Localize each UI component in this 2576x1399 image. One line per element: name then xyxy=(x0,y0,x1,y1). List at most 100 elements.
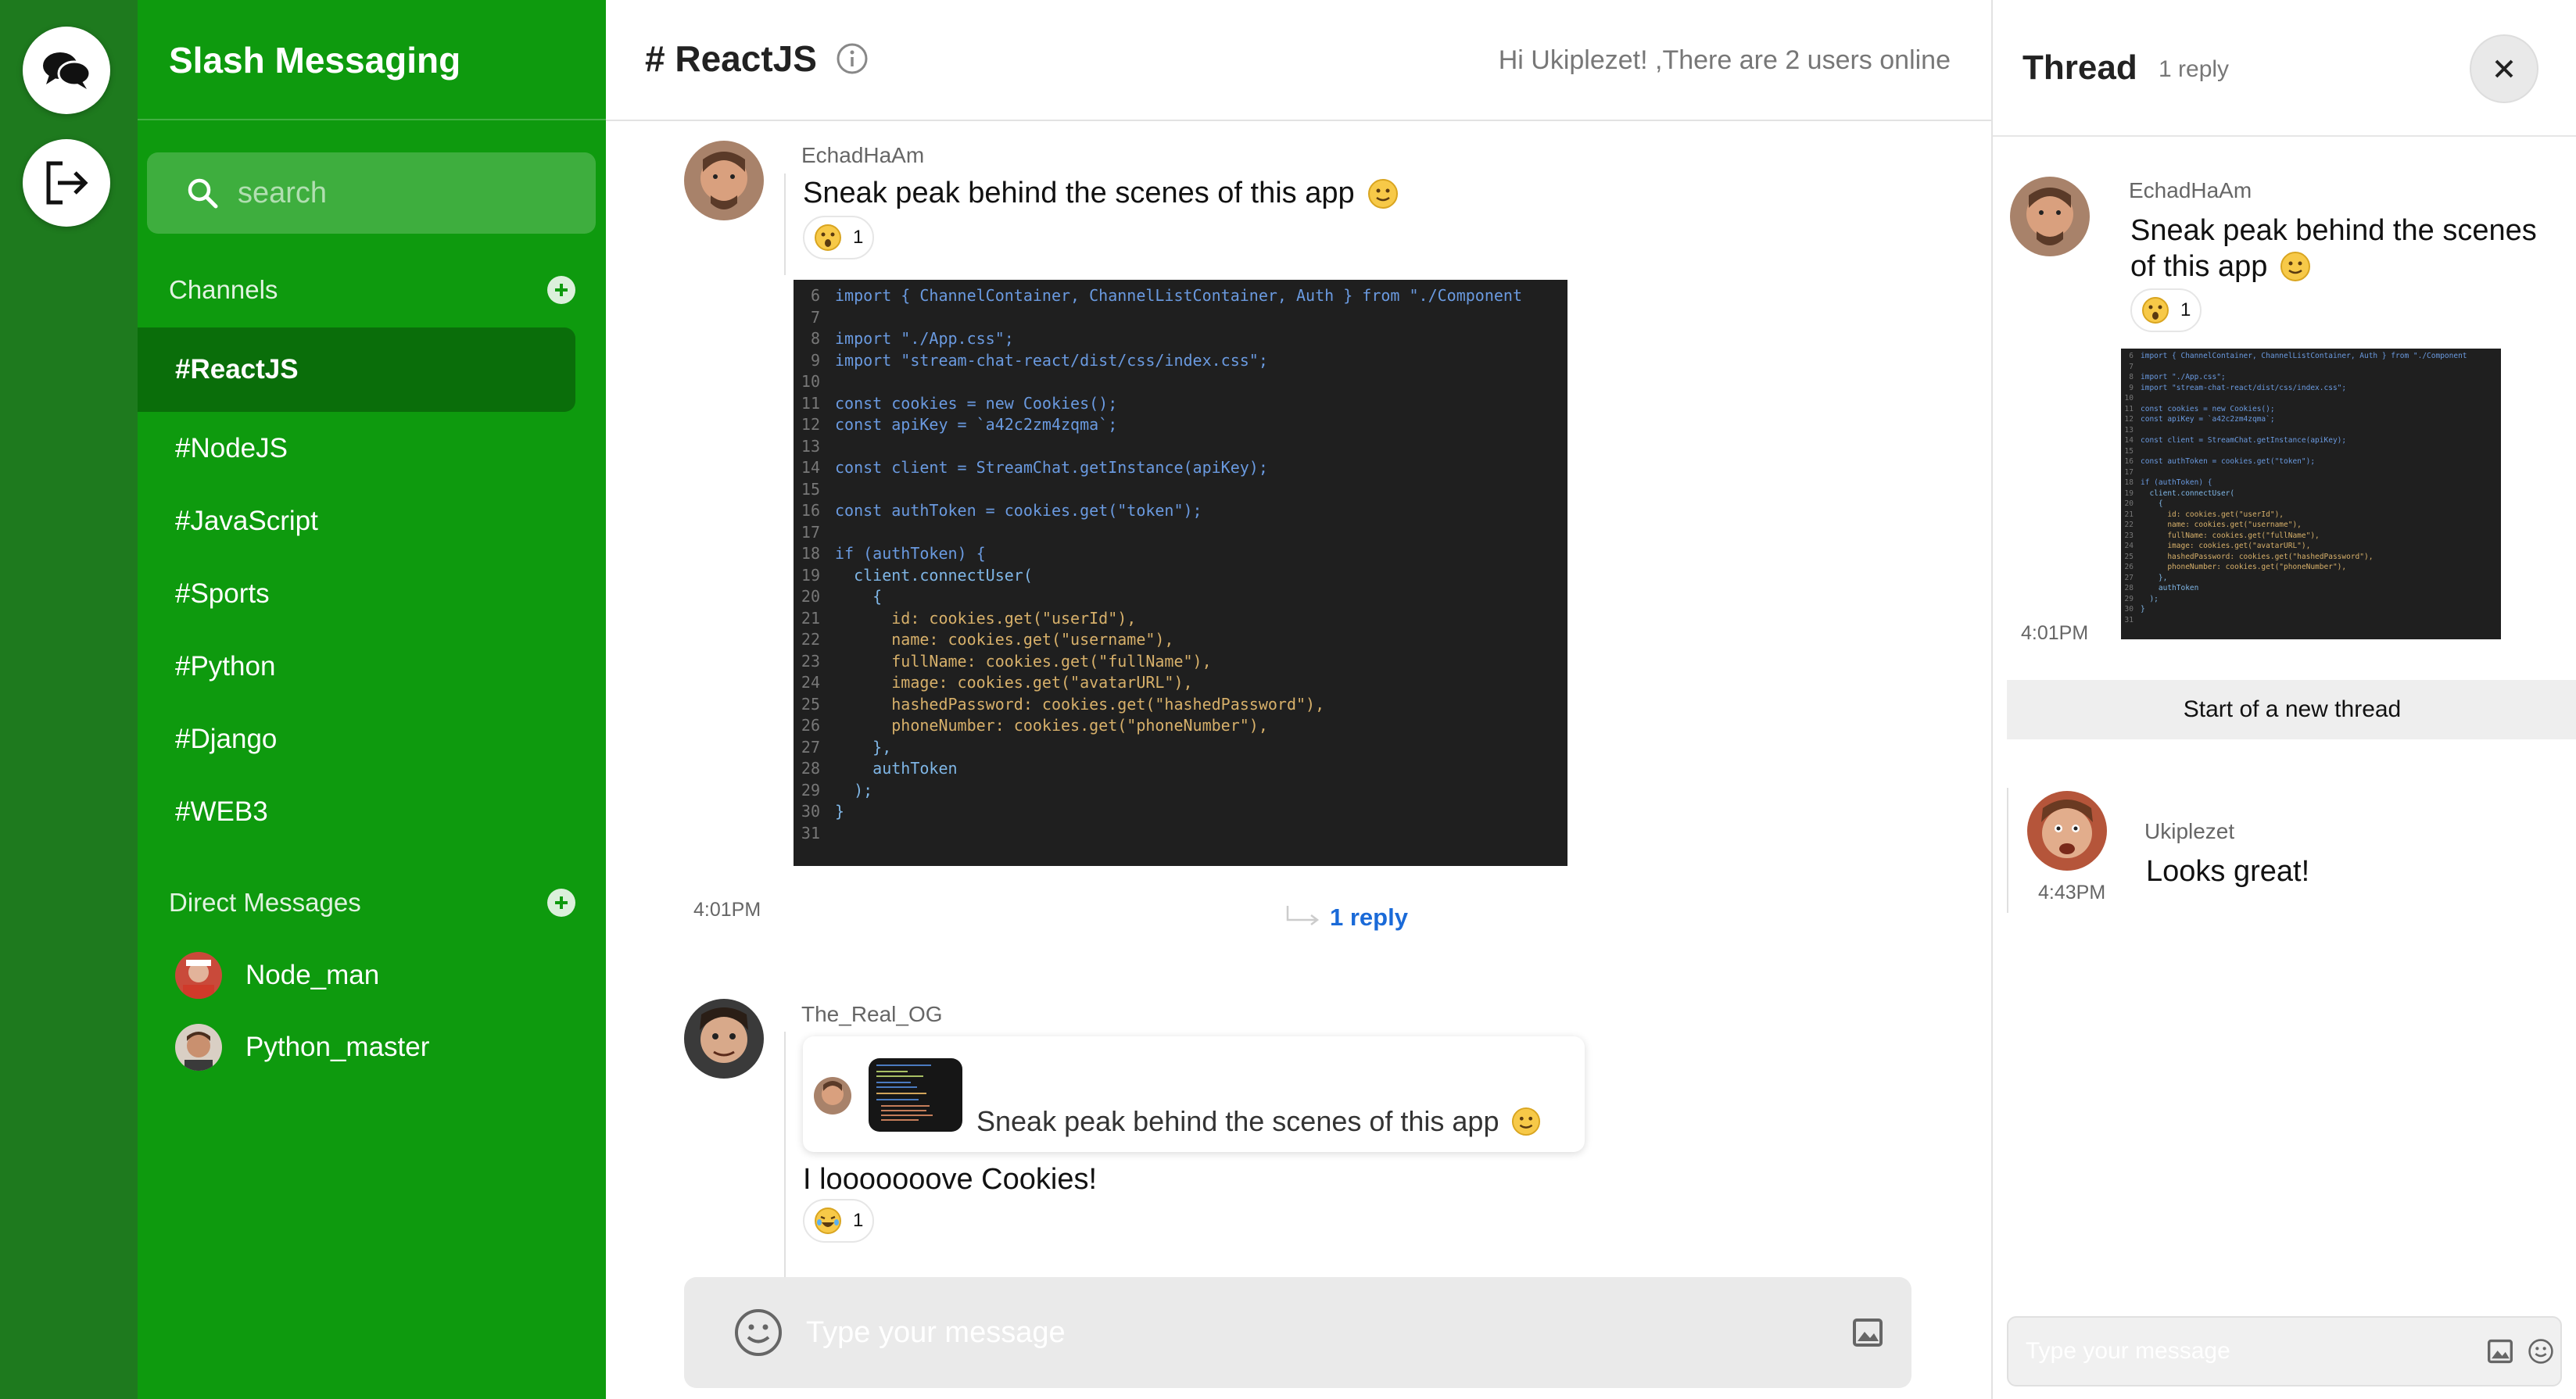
code-line-text: import "./App.css"; xyxy=(2141,373,2226,381)
app-title: Slash Messaging xyxy=(169,40,461,81)
add-channel-button[interactable] xyxy=(547,276,575,304)
close-thread-button[interactable] xyxy=(2470,34,2538,103)
reaction-pill[interactable]: 1 xyxy=(2130,288,2202,332)
dm-item-python-master[interactable]: Python_master xyxy=(175,1020,429,1075)
code-line-text: client.connectUser( xyxy=(2141,488,2235,498)
code-line-text: id: cookies.get("userId"), xyxy=(2141,510,2284,519)
search-icon xyxy=(188,178,218,209)
thread-composer xyxy=(2007,1316,2562,1386)
code-line-text: }, xyxy=(2141,573,2168,582)
code-line-number: 29 xyxy=(801,780,820,800)
close-icon xyxy=(2495,59,2513,78)
emoji-picker-icon[interactable] xyxy=(733,1307,784,1358)
info-icon[interactable] xyxy=(836,42,869,75)
search-input[interactable] xyxy=(238,176,582,210)
channel-item-sports[interactable]: #Sports xyxy=(138,552,575,636)
code-line-text: phoneNumber: cookies.get("phoneNumber"), xyxy=(835,716,1268,735)
code-line: 11 const cookies = new Cookies(); xyxy=(2121,405,2275,413)
code-line-text: name: cookies.get("username"), xyxy=(2141,521,2302,529)
code-line: 26 phoneNumber: cookies.get("phoneNumber… xyxy=(2121,563,2347,571)
plus-icon xyxy=(555,284,568,296)
code-line: 14 const client = StreamChat.getInstance(… xyxy=(2121,436,2347,445)
thread-parent-line1: Sneak peak behind the scenes xyxy=(2130,214,2537,247)
emoji-picker-icon[interactable] xyxy=(2528,1338,2554,1365)
code-line-number: 11 xyxy=(801,393,820,413)
code-line: 25 hashedPassword: cookies.get("hashedPa… xyxy=(794,695,1324,714)
code-line-number: 14 xyxy=(2124,436,2134,445)
channel-item-web3[interactable]: #WEB3 xyxy=(138,770,575,854)
reply-arrow-icon xyxy=(1286,906,1320,925)
code-line-text: const apiKey = `a42c2zm4zqma`; xyxy=(835,415,1118,434)
code-line: 7 xyxy=(2121,363,2141,371)
quoted-text: Sneak peak behind the scenes of this app xyxy=(976,1105,1541,1138)
chat-bubbles-button[interactable] xyxy=(23,27,110,114)
thread-parent-line2: of this app xyxy=(2130,250,2268,283)
code-line-number: 26 xyxy=(801,716,820,735)
channels-label: Channels xyxy=(169,275,278,304)
code-line: 30} xyxy=(794,802,844,821)
thread-reply-link[interactable]: 1 reply xyxy=(1284,903,1408,932)
search-box[interactable] xyxy=(147,152,596,234)
code-line-number: 16 xyxy=(801,501,820,520)
code-line: 22 name: cookies.get("username"), xyxy=(794,630,1174,649)
channels-section-header: Channels xyxy=(169,275,575,305)
code-line: 15 xyxy=(794,480,835,499)
code-line: 18 if (authToken) { xyxy=(794,544,986,563)
quoted-message-card[interactable]: Sneak peak behind the scenes of this app xyxy=(803,1036,1585,1152)
code-line-number: 23 xyxy=(2124,531,2134,540)
code-line-text: import "stream-chat-react/dist/css/index… xyxy=(2141,383,2347,392)
code-line: 21 id: cookies.get("userId"), xyxy=(2121,510,2284,519)
message-text: Sneak peak behind the scenes of this app xyxy=(803,177,1399,210)
image-upload-icon[interactable] xyxy=(2487,1339,2513,1364)
code-line-text: if (authToken) { xyxy=(2141,478,2212,487)
reaction-pill[interactable]: 1 xyxy=(803,1199,875,1243)
start-of-thread-banner: Start of a new thread xyxy=(2007,680,2576,739)
code-line-number: 21 xyxy=(801,608,820,628)
attached-code-image[interactable]: 6 import { ChannelContainer, ChannelListC… xyxy=(794,280,1567,866)
avatar[interactable] xyxy=(2010,177,2090,256)
channel-item-django[interactable]: #Django xyxy=(138,697,575,782)
channel-item-javascript[interactable]: #JavaScript xyxy=(138,479,575,564)
avatar[interactable] xyxy=(2027,791,2107,871)
code-line-number: 8 xyxy=(2129,373,2134,381)
code-line: 27 }, xyxy=(2121,573,2168,582)
channel-sidebar: Slash Messaging Channels #ReactJS #NodeJ… xyxy=(138,0,606,1399)
channel-item-nodejs[interactable]: #NodeJS xyxy=(138,406,575,491)
attached-code-image[interactable]: 6 import { ChannelContainer, ChannelListC… xyxy=(2121,349,2501,639)
thread-message-input[interactable] xyxy=(2026,1338,2448,1365)
code-line-number: 17 xyxy=(801,522,820,542)
code-line: 16 const authToken = cookies.get("token")… xyxy=(794,501,1202,520)
code-line-text: { xyxy=(2141,499,2163,508)
channel-item-reactjs[interactable]: #ReactJS xyxy=(138,327,575,412)
thread-reply-text: Looks great! xyxy=(2146,855,2310,888)
code-line: 12 const apiKey = `a42c2zm4zqma`; xyxy=(794,415,1117,434)
message-timestamp: 4:01PM xyxy=(693,899,761,921)
add-dm-button[interactable] xyxy=(547,889,575,917)
code-line-number: 26 xyxy=(2124,563,2134,571)
logout-button[interactable] xyxy=(23,139,110,227)
message-composer xyxy=(684,1277,1911,1388)
surprised-emoji-icon xyxy=(815,224,841,251)
message-input[interactable] xyxy=(806,1315,1791,1350)
code-line-text: import { ChannelContainer, ChannelListCo… xyxy=(835,286,1522,305)
avatar[interactable] xyxy=(684,999,764,1079)
code-line: 10 xyxy=(794,372,835,391)
code-line-number: 27 xyxy=(2124,573,2134,582)
reaction-pill[interactable]: 1 xyxy=(803,216,875,259)
image-upload-icon[interactable] xyxy=(1852,1318,1883,1347)
code-line-number: 16 xyxy=(2124,457,2134,466)
dm-name: Node_man xyxy=(245,960,380,990)
slight-smile-emoji-icon xyxy=(1512,1107,1541,1136)
code-line-number: 28 xyxy=(2124,584,2134,592)
dm-name: Python_master xyxy=(245,1032,430,1062)
avatar[interactable] xyxy=(684,141,764,220)
dm-item-node-man[interactable]: Node_man xyxy=(175,948,379,1003)
code-line-text: const cookies = new Cookies(); xyxy=(835,393,1118,413)
code-line-text: if (authToken) { xyxy=(835,544,986,563)
code-line-text: authToken xyxy=(835,759,958,778)
code-line-text: const authToken = cookies.get("token"); xyxy=(835,501,1202,520)
message-rail xyxy=(784,1032,786,1290)
channel-item-python[interactable]: #Python xyxy=(138,624,575,709)
code-line-text: id: cookies.get("userId"), xyxy=(835,608,1137,628)
code-line: 19 client.connectUser( xyxy=(794,566,1033,585)
